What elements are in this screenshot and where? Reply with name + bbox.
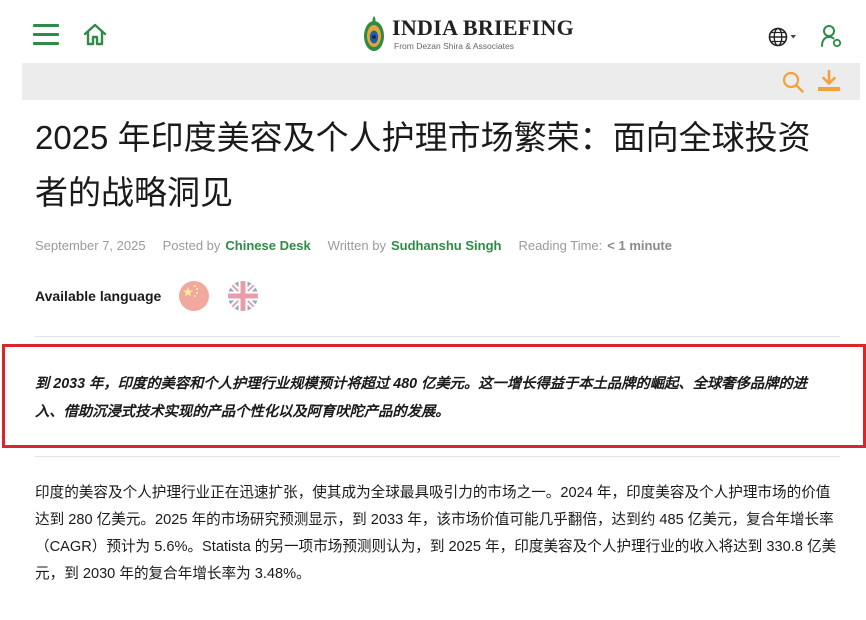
logo-subtitle: From Dezan Shira & Associates — [394, 41, 514, 52]
available-language-row: Available language — [35, 280, 277, 312]
uk-flag-icon[interactable] — [228, 281, 259, 311]
article-lead: 到 2033 年，印度的美容和个人护理行业规模预计将超过 480 亿美元。这一增… — [35, 376, 808, 420]
peacock-logo-icon — [364, 16, 384, 51]
user-icon[interactable] — [820, 24, 842, 48]
posted-by-link[interactable]: Chinese Desk — [225, 238, 310, 253]
site-header: INDIA BRIEFING From Dezan Shira & Associ… — [0, 0, 866, 66]
available-language-label: Available language — [35, 288, 162, 304]
india-briefing-logo[interactable]: INDIA BRIEFING From Dezan Shira & Associ… — [362, 14, 574, 54]
reading-time-value: < 1 minute — [607, 237, 672, 253]
chinese-flag-icon[interactable] — [179, 281, 210, 311]
logo-title: INDIA BRIEFING — [392, 15, 575, 41]
article-toolbar — [22, 63, 860, 100]
chevron-down-icon — [790, 35, 796, 39]
publish-date: September 7, 2025 — [35, 237, 146, 253]
written-by-label: Written by — [327, 237, 386, 253]
search-icon[interactable] — [782, 71, 804, 93]
posted-by-label: Posted by — [162, 237, 221, 253]
home-icon[interactable] — [82, 22, 108, 48]
article-body-paragraph: 印度的美容及个人护理行业正在迅速扩张，使其成为全球最具吸引力的市场之一。2024… — [35, 485, 837, 582]
reading-time-label: Reading Time: — [518, 237, 603, 253]
globe-icon[interactable] — [768, 26, 798, 48]
author-link[interactable]: Sudhanshu Singh — [391, 238, 502, 253]
divider — [35, 456, 840, 457]
divider — [35, 336, 840, 337]
article-meta: September 7, 2025 Posted by Chinese Desk… — [35, 236, 672, 254]
article-title: 2025 年印度美容及个人护理市场繁荣：面向全球投资者的战略洞见 — [35, 119, 811, 211]
hamburger-menu-icon[interactable] — [33, 24, 59, 46]
download-icon[interactable] — [817, 69, 841, 93]
